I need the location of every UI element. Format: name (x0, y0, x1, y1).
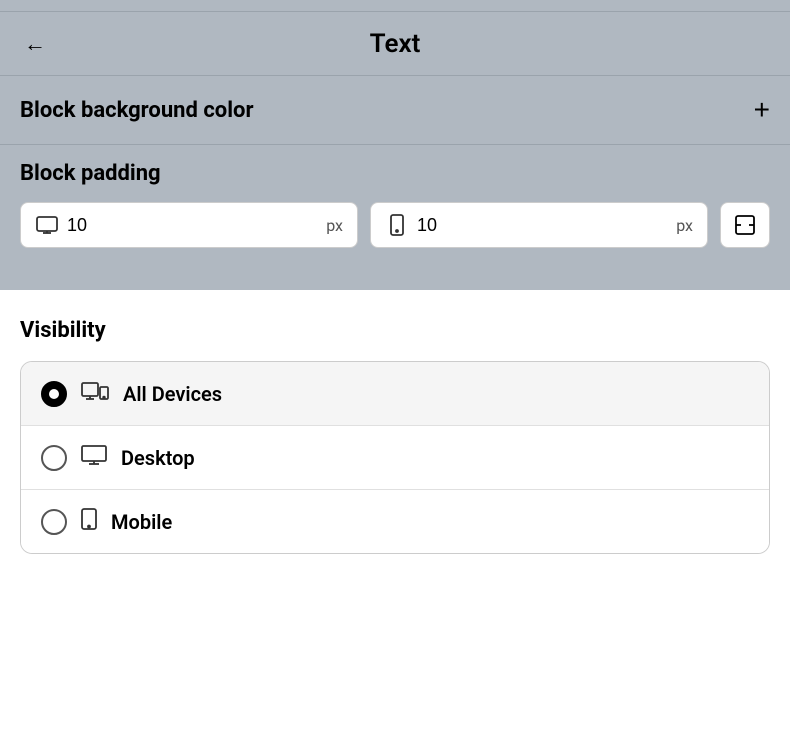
padding-input-1-wrapper: px (20, 202, 358, 248)
gray-section: Block background color + Block padding p… (0, 76, 790, 290)
padding-unit-1: px (326, 216, 343, 235)
radio-all-icon (41, 381, 67, 407)
visibility-desktop-label: Desktop (121, 446, 195, 470)
padding-input-2-wrapper: px (370, 202, 708, 248)
padding-inputs-row: px px (20, 202, 770, 248)
radio-mobile-icon (41, 509, 67, 535)
visibility-section: Visibility All Devices (0, 290, 790, 554)
block-background-color-label: Block background color (20, 98, 254, 123)
plus-icon: + (754, 94, 770, 125)
visibility-radio-group: All Devices Desktop Mob (20, 361, 770, 554)
visibility-all-label: All Devices (123, 382, 222, 406)
all-devices-icon (81, 380, 109, 407)
block-padding-section: Block padding px (0, 145, 790, 272)
visibility-label: Visibility (20, 318, 770, 343)
padding-input-2[interactable] (417, 215, 668, 236)
visibility-option-desktop[interactable]: Desktop (21, 426, 769, 490)
block-background-color-section: Block background color + (0, 76, 790, 144)
back-arrow-icon: ← (24, 31, 46, 57)
visibility-option-mobile[interactable]: Mobile (21, 490, 769, 553)
mobile-icon (81, 508, 97, 535)
desktop-icon (81, 444, 107, 471)
desktop-padding-icon (35, 213, 59, 237)
visibility-option-all[interactable]: All Devices (21, 362, 769, 426)
link-padding-button[interactable] (720, 202, 770, 248)
visibility-mobile-label: Mobile (111, 510, 172, 534)
add-background-color-button[interactable]: + (754, 96, 770, 124)
page-title: Text (370, 29, 421, 59)
back-button[interactable]: ← (20, 27, 50, 61)
padding-unit-2: px (676, 216, 693, 235)
radio-desktop-icon (41, 445, 67, 471)
block-padding-label: Block padding (20, 161, 770, 186)
top-gray-bar (0, 0, 790, 12)
mobile-padding-icon (385, 213, 409, 237)
page-header: ← Text (0, 12, 790, 76)
padding-input-1[interactable] (67, 215, 318, 236)
